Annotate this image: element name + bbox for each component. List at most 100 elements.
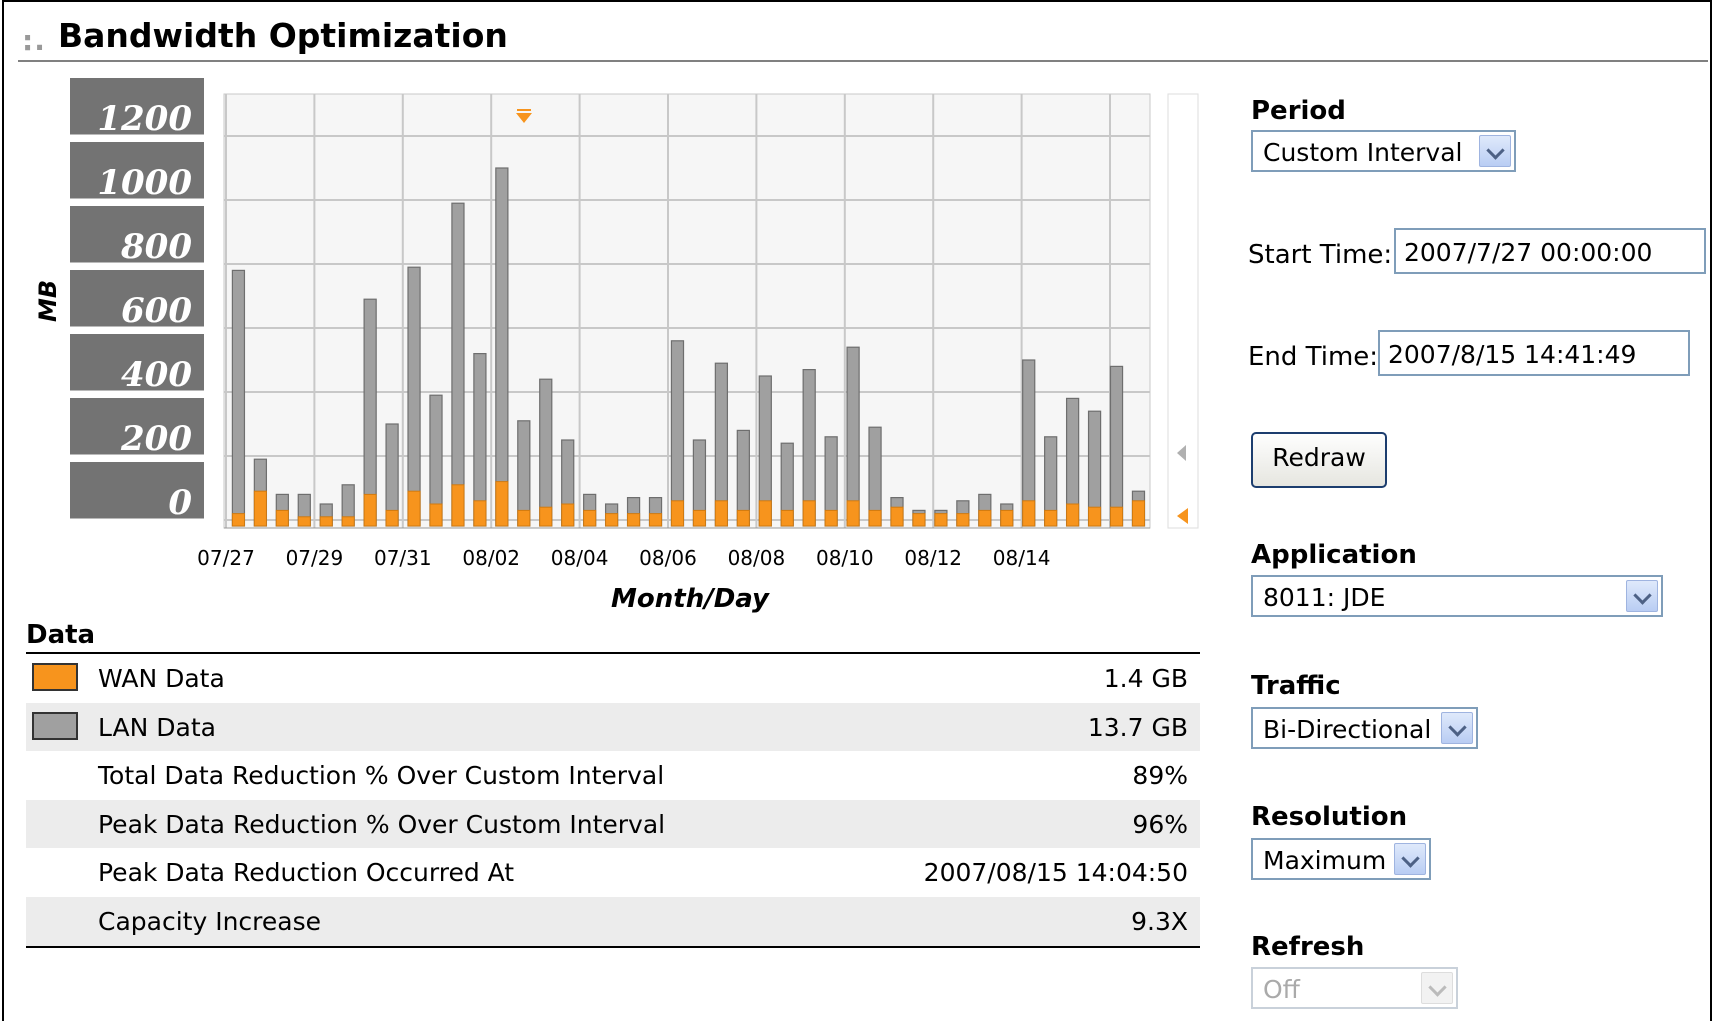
period-select[interactable]: Custom Interval [1251,130,1516,172]
x-tick-label: 08/12 [904,546,962,570]
wan-bar [363,493,377,527]
wan-bar [802,500,816,527]
x-tick-label: 08/04 [551,546,609,570]
wan-bar [1022,500,1036,527]
data-row: LAN Data 13.7 GB [26,702,1200,752]
data-row-label: LAN Data [98,712,216,742]
lan-bar [495,167,509,527]
traffic-select[interactable]: Bi-Directional [1251,707,1478,749]
x-tick-label: 08/06 [639,546,697,570]
wan-bar [319,516,333,527]
redraw-button[interactable]: Redraw [1251,432,1387,488]
wan-bar [429,503,443,527]
lan-bar [539,378,553,527]
data-heading: Data [26,620,96,650]
data-row: WAN Data 1.4 GB [26,654,1200,703]
data-row: Peak Data Reduction % Over Custom Interv… [26,799,1200,849]
chevron-down-icon[interactable] [1479,135,1511,167]
wan-bar [824,509,838,527]
data-row-value: 13.7 GB [1087,712,1188,742]
y-axis-title: MB [34,279,62,322]
wan-bar [692,509,706,527]
wan-bar [1109,506,1124,527]
wan-bar [473,500,487,527]
application-label: Application [1251,540,1417,570]
traffic-label: Traffic [1251,671,1341,701]
data-row-label: Total Data Reduction % Over Custom Inter… [98,761,665,791]
data-row-value: 2007/08/15 14:04:50 [923,858,1188,888]
wan-bar [758,500,772,527]
data-table: WAN Data 1.4 GB LAN Data 13.7 GB Total Data … [26,652,1200,948]
wan-bar [231,513,245,527]
application-select[interactable]: 8011: JDE [1251,575,1663,617]
refresh-select: Off [1251,967,1458,1009]
x-tick-label: 08/02 [462,546,520,570]
wan-bar [297,516,311,527]
wan-bar [561,503,575,527]
start-time-label: Start Time: [1248,240,1393,270]
wan-bar [912,513,926,527]
y-tick-label: 800 [120,227,192,267]
resolution-select-value: Maximum [1263,846,1387,875]
data-row-label: Peak Data Reduction Occurred At [98,858,515,888]
wan-bar [1131,500,1146,527]
legend-swatch [32,711,78,740]
chevron-down-icon [1421,972,1453,1004]
resolution-label: Resolution [1251,802,1408,832]
y-tick-label: 1200 [97,99,192,139]
data-row: Capacity Increase 9.3X [26,896,1200,946]
period-label: Period [1251,96,1346,126]
wan-bar [736,509,750,527]
wan-bar [956,513,970,527]
wan-bar [341,516,355,527]
data-row-label: Peak Data Reduction % Over Custom Interv… [98,809,666,839]
wan-bar [1088,506,1102,527]
y-tick-label: 400 [121,355,192,395]
wan-bar [627,513,641,527]
lan-bar [231,269,246,527]
wan-bar [517,509,531,527]
end-time-input[interactable]: 2007/8/15 14:41:49 [1378,330,1690,376]
application-select-value: 8011: JDE [1263,583,1386,612]
data-row-label: Capacity Increase [98,906,321,936]
wan-bar [539,506,553,527]
plot-area [223,93,1151,529]
traffic-select-value: Bi-Directional [1263,715,1432,744]
wan-bar [934,513,948,527]
x-axis: 07/27 07/29 07/31 08/02 08/04 08/06 08/08 08/10… [197,527,1150,570]
y-tick-label: 600 [121,291,192,331]
chevron-down-icon[interactable] [1394,843,1426,875]
y-axis: 1200 1000 800 600 400 200 0 [70,78,204,523]
wan-bar [583,509,597,527]
data-row-value: 9.3X [1131,906,1188,936]
wan-bar [846,500,860,527]
wan-bar [1066,503,1080,527]
data-row: Total Data Reduction % Over Custom Inter… [26,751,1200,800]
y-tick-label: 1000 [97,163,192,203]
y-tick-label: 0 [168,483,192,523]
lan-bar [473,353,487,527]
legend-swatch [32,663,78,691]
wan-bar [670,500,685,527]
wan-bar [451,484,465,527]
x-tick-label: 07/27 [197,546,255,570]
wan-bar [1000,509,1014,527]
wan-bar [780,509,794,527]
data-row-label: WAN Data [98,664,225,693]
chevron-down-icon[interactable] [1626,580,1658,612]
start-time-input[interactable]: 2007/7/27 00:00:00 [1394,228,1706,274]
wan-bar [605,513,619,527]
wan-bar [275,509,289,527]
data-row-value: 96% [1132,809,1188,839]
chevron-down-icon[interactable] [1441,712,1473,744]
resolution-select[interactable]: Maximum [1251,838,1431,880]
refresh-label: Refresh [1251,932,1365,962]
wan-bar [1044,509,1058,527]
wan-bar [868,509,882,527]
lan-bar [846,346,860,527]
x-tick-label: 07/29 [286,546,344,570]
chart-scroller-track[interactable] [1167,93,1199,529]
wan-bar [714,500,728,527]
data-row-value: 1.4 GB [1103,664,1188,693]
end-time-label: End Time: [1248,342,1379,372]
